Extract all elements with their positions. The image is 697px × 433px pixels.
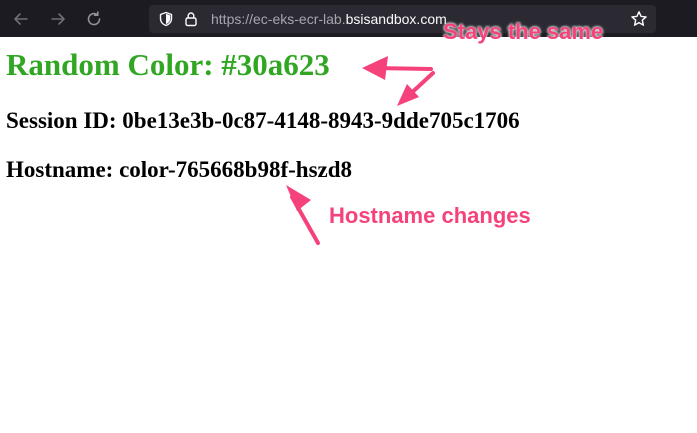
annotation-hostname-changes: Hostname changes: [329, 203, 531, 228]
arrow-to-hostname: [286, 185, 320, 245]
arrow-to-title: [362, 56, 433, 80]
annotation-stays-same: Stays the same: [443, 19, 604, 44]
arrow-to-session: [397, 71, 435, 106]
